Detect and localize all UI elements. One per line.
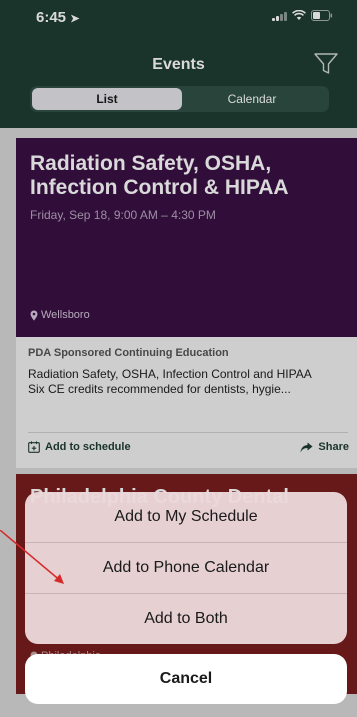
annotation-arrow-icon: [0, 530, 64, 584]
add-to-both-option[interactable]: Add to Both: [25, 594, 347, 644]
cancel-button[interactable]: Cancel: [25, 654, 347, 704]
phone-screen: 6:45 ➤ Events List Calendar Radiation Sa…: [0, 0, 357, 717]
